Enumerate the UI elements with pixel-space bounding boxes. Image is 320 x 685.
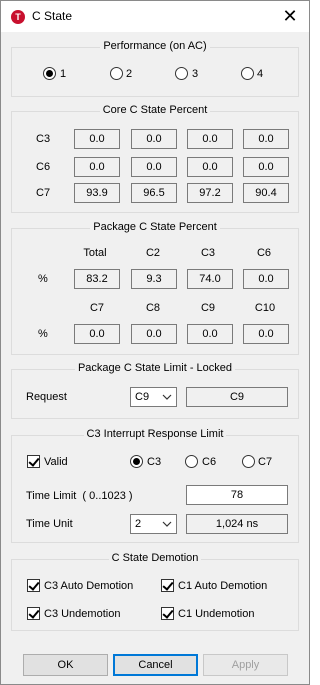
chevron-down-icon: [162, 394, 172, 400]
c1-auto-demotion-checkbox[interactable]: [161, 579, 174, 592]
core-value: 93.9: [74, 183, 120, 203]
package-cstate-group: Package C State Percent Total C2 C3 C6 %…: [11, 221, 299, 355]
package-value: 83.2: [74, 269, 120, 289]
package-header: C7: [89, 302, 105, 314]
core-value: 0.0: [74, 157, 120, 177]
perf-radio-1[interactable]: [43, 67, 56, 80]
interrupt-radio-c3[interactable]: [130, 455, 143, 468]
c3-auto-demotion-checkbox[interactable]: [27, 579, 40, 592]
package-value: 0.0: [131, 324, 177, 344]
ok-button[interactable]: OK: [23, 654, 108, 676]
package-value: 74.0: [187, 269, 233, 289]
limit-current-value: C9: [186, 387, 288, 407]
core-row-label: C6: [36, 161, 51, 173]
core-row-label: C3: [36, 133, 51, 145]
c1-undemotion-label: C1 Undemotion: [178, 608, 255, 620]
chevron-down-icon: [162, 521, 172, 527]
time-limit-input[interactable]: 78: [186, 485, 288, 505]
request-label: Request: [26, 391, 67, 403]
time-unit-display: 1,024 ns: [186, 514, 288, 534]
window-title: C State: [32, 9, 73, 23]
core-value: 0.0: [243, 157, 289, 177]
apply-button[interactable]: Apply: [203, 654, 288, 676]
package-value: 0.0: [243, 324, 289, 344]
perf-label-4: 4: [257, 68, 264, 80]
demotion-title: C State Demotion: [108, 552, 202, 564]
close-button[interactable]: ✕: [271, 1, 309, 31]
c1-undemotion-checkbox[interactable]: [161, 607, 174, 620]
package-header: C9: [200, 302, 216, 314]
core-value: 0.0: [74, 129, 120, 149]
interrupt-label-c3: C3: [147, 456, 162, 468]
request-select[interactable]: C9: [130, 387, 177, 407]
interrupt-title: C3 Interrupt Response Limit: [83, 428, 227, 440]
c1-auto-demotion-label: C1 Auto Demotion: [178, 580, 268, 592]
time-unit-select[interactable]: 2: [130, 514, 177, 534]
core-value: 0.0: [187, 129, 233, 149]
package-value: 9.3: [131, 269, 177, 289]
core-value: 0.0: [243, 129, 289, 149]
package-value: 0.0: [187, 324, 233, 344]
package-header: C6: [256, 247, 272, 259]
performance-title: Performance (on AC): [100, 40, 210, 52]
perf-radio-3[interactable]: [175, 67, 188, 80]
time-limit-label: Time Limit ( 0..1023 ): [26, 490, 133, 502]
request-select-value: C9: [135, 391, 150, 403]
core-value: 0.0: [131, 157, 177, 177]
package-header: C8: [145, 302, 161, 314]
valid-checkbox[interactable]: [27, 455, 40, 468]
package-header: Total: [83, 247, 107, 259]
perf-radio-2[interactable]: [110, 67, 123, 80]
c3-auto-demotion-label: C3 Auto Demotion: [44, 580, 134, 592]
interrupt-limit-group: C3 Interrupt Response Limit Valid C3 C6 …: [11, 428, 299, 543]
core-title: Core C State Percent: [99, 104, 211, 116]
package-header: C10: [254, 302, 276, 314]
interrupt-label-c7: C7: [258, 456, 273, 468]
core-value: 0.0: [131, 129, 177, 149]
package-row-label: %: [38, 328, 48, 340]
app-logo-icon: T: [11, 10, 25, 24]
title-bar: T C State ✕: [1, 1, 309, 32]
perf-radio-4[interactable]: [241, 67, 254, 80]
c-state-dialog: T C State ✕ Performance (on AC) 1 2 3 4 …: [0, 0, 310, 685]
performance-group: Performance (on AC) 1 2 3 4: [11, 40, 299, 97]
perf-label-1: 1: [60, 68, 67, 80]
interrupt-radio-c6[interactable]: [185, 455, 198, 468]
c3-undemotion-label: C3 Undemotion: [44, 608, 121, 620]
package-header: C3: [200, 247, 216, 259]
perf-label-2: 2: [126, 68, 133, 80]
core-value: 96.5: [131, 183, 177, 203]
core-cstate-group: Core C State Percent C3 0.0 0.0 0.0 0.0 …: [11, 104, 299, 213]
valid-label: Valid: [44, 456, 68, 468]
core-row-label: C7: [36, 187, 51, 199]
perf-label-3: 3: [192, 68, 199, 80]
c3-undemotion-checkbox[interactable]: [27, 607, 40, 620]
package-row-label: %: [38, 273, 48, 285]
package-value: 0.0: [74, 324, 120, 344]
time-unit-select-value: 2: [135, 518, 142, 530]
package-title: Package C State Percent: [90, 221, 220, 233]
core-value: 90.4: [243, 183, 289, 203]
interrupt-label-c6: C6: [202, 456, 217, 468]
time-unit-label: Time Unit: [26, 518, 73, 530]
core-value: 0.0: [187, 157, 233, 177]
package-limit-group: Package C State Limit - Locked Request C…: [11, 362, 299, 419]
interrupt-radio-c7[interactable]: [242, 455, 255, 468]
cancel-button[interactable]: Cancel: [113, 654, 198, 676]
limit-title: Package C State Limit - Locked: [74, 362, 236, 374]
package-header: C2: [145, 247, 161, 259]
package-value: 0.0: [243, 269, 289, 289]
demotion-group: C State Demotion C3 Auto Demotion C1 Aut…: [11, 552, 299, 631]
core-value: 97.2: [187, 183, 233, 203]
